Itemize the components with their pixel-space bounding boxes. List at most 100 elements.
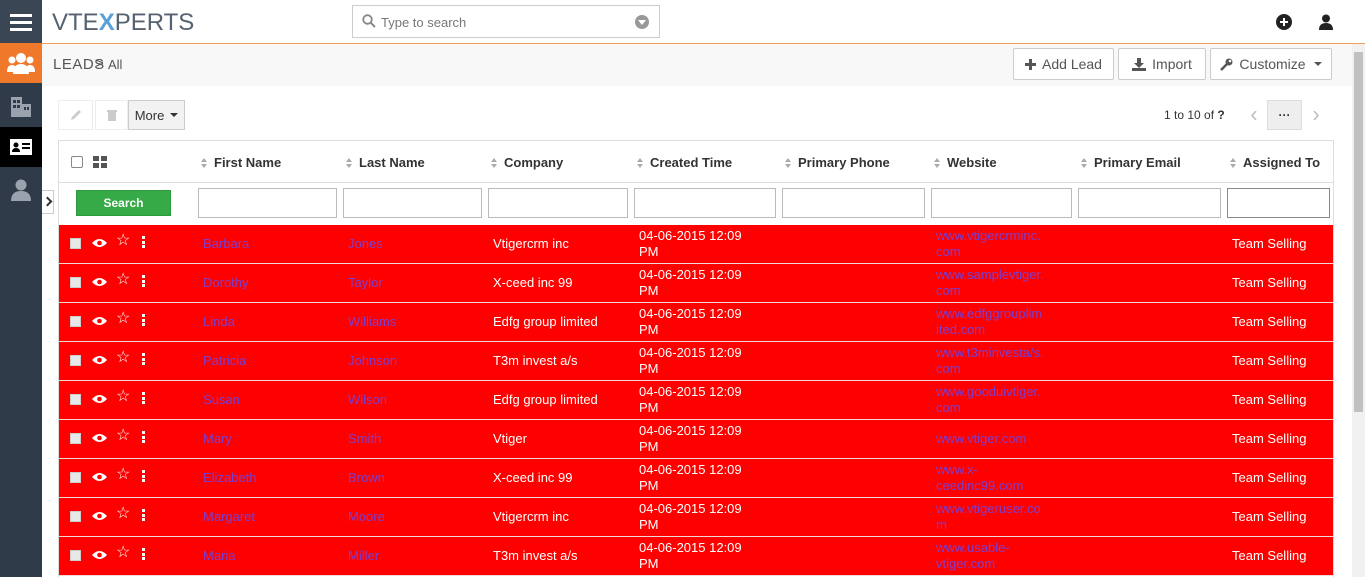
table-row[interactable]: ☆ Elizabeth Brown X-ceed inc 99 04-06-2015 1…	[59, 459, 1333, 498]
more-options-icon[interactable]	[142, 431, 145, 443]
more-button[interactable]: More	[128, 100, 185, 130]
table-row[interactable]: ☆ Dorothy Taylor X-ceed inc 99 04-06-2015 12…	[59, 264, 1333, 303]
column-primary-phone[interactable]: Primary Phone	[785, 155, 890, 170]
search-button[interactable]: Search	[76, 190, 171, 216]
select-all-checkbox[interactable]	[71, 156, 83, 168]
next-page-button[interactable]	[1304, 100, 1328, 130]
row-checkbox[interactable]	[70, 316, 81, 327]
eye-icon[interactable]	[92, 548, 107, 563]
column-company[interactable]: Company	[491, 155, 563, 170]
column-created-time[interactable]: Created Time	[637, 155, 732, 170]
website-cell[interactable]: www.gooduivtiger. com	[936, 384, 1041, 416]
website-cell[interactable]: www.vtiger.com	[936, 431, 1026, 447]
page-jump-button[interactable]: ···	[1267, 100, 1302, 130]
star-icon[interactable]: ☆	[116, 428, 130, 444]
star-icon[interactable]: ☆	[116, 311, 130, 327]
eye-icon[interactable]	[92, 353, 107, 368]
search-input[interactable]	[381, 12, 621, 32]
filter-primary-phone[interactable]	[782, 188, 925, 218]
eye-icon[interactable]	[92, 392, 107, 407]
table-row[interactable]: ☆ Patricia Johnson T3m invest a/s 04-06-2015…	[59, 342, 1333, 381]
scrollbar-thumb[interactable]	[1354, 52, 1363, 412]
more-options-icon[interactable]	[142, 548, 145, 560]
import-button[interactable]: Import	[1118, 48, 1206, 80]
star-icon[interactable]: ☆	[116, 545, 130, 561]
table-row[interactable]: ☆ Margaret Moore Vtigercrm inc 04-06-2015 12…	[59, 498, 1333, 537]
row-checkbox[interactable]	[70, 550, 81, 561]
logo[interactable]: VTEXPERTS	[52, 9, 194, 37]
table-row[interactable]: ☆ Susan Wilson Edfg group limited 04-06-2015…	[59, 381, 1333, 420]
pagination-total[interactable]: ?	[1217, 108, 1224, 122]
eye-icon[interactable]	[92, 431, 107, 446]
eye-icon[interactable]	[92, 314, 107, 329]
first-name-cell[interactable]: Maria	[203, 548, 236, 563]
first-name-cell[interactable]: Margaret	[203, 509, 255, 524]
filter-company[interactable]	[488, 188, 628, 218]
row-checkbox[interactable]	[70, 238, 81, 249]
more-options-icon[interactable]	[142, 392, 145, 404]
contacts-icon[interactable]	[0, 127, 42, 167]
row-checkbox[interactable]	[70, 511, 81, 522]
column-settings-icon[interactable]	[93, 156, 107, 168]
first-name-cell[interactable]: Patricia	[203, 353, 246, 368]
column-primary-email[interactable]: Primary Email	[1081, 155, 1181, 170]
star-icon[interactable]: ☆	[116, 389, 130, 405]
row-checkbox[interactable]	[70, 433, 81, 444]
edit-button[interactable]	[58, 100, 93, 130]
website-cell[interactable]: www.x-ceedinc99.com	[936, 462, 1023, 494]
website-cell[interactable]: www.samplevtiger. com	[936, 267, 1044, 299]
website-cell[interactable]: www.usable-vtiger.com	[936, 540, 1010, 572]
delete-button[interactable]	[95, 100, 128, 130]
row-checkbox[interactable]	[70, 394, 81, 405]
last-name-cell[interactable]: Wilson	[348, 392, 387, 407]
add-lead-button[interactable]: Add Lead	[1013, 48, 1114, 80]
users-icon[interactable]	[0, 170, 42, 210]
eye-icon[interactable]	[92, 275, 107, 290]
last-name-cell[interactable]: Williams	[348, 314, 396, 329]
quick-create-icon[interactable]	[1276, 14, 1292, 30]
more-options-icon[interactable]	[142, 275, 145, 287]
more-options-icon[interactable]	[142, 236, 145, 248]
filter-first-name[interactable]	[198, 188, 337, 218]
table-row[interactable]: ☆ Mary Smith Vtiger 04-06-2015 12:09 PM www.vt…	[59, 420, 1333, 459]
eye-icon[interactable]	[92, 509, 107, 524]
first-name-cell[interactable]: Barbara	[203, 236, 249, 251]
organizations-icon[interactable]	[0, 86, 42, 126]
sidebar-toggle-button[interactable]	[42, 190, 54, 214]
filter-primary-email[interactable]	[1078, 188, 1221, 218]
last-name-cell[interactable]: Moore	[348, 509, 385, 524]
star-icon[interactable]: ☆	[116, 467, 130, 483]
column-assigned-to[interactable]: Assigned To	[1230, 155, 1320, 170]
row-checkbox[interactable]	[70, 472, 81, 483]
filter-website[interactable]	[931, 188, 1072, 218]
website-cell[interactable]: www.vtigeruser.co m	[936, 501, 1041, 533]
table-row[interactable]: ☆ Maria Miller T3m invest a/s 04-06-2015 12:…	[59, 537, 1333, 576]
menu-icon[interactable]	[0, 0, 42, 43]
table-row[interactable]: ☆ Barbara Jones Vtigercrm inc 04-06-2015 12:…	[59, 225, 1333, 264]
eye-icon[interactable]	[92, 236, 107, 251]
first-name-cell[interactable]: Mary	[203, 431, 232, 446]
scrollbar[interactable]	[1352, 44, 1365, 577]
leads-icon[interactable]	[0, 43, 42, 83]
more-options-icon[interactable]	[142, 470, 145, 482]
eye-icon[interactable]	[92, 470, 107, 485]
filter-assigned-to[interactable]	[1227, 188, 1330, 218]
last-name-cell[interactable]: Smith	[348, 431, 381, 446]
row-checkbox[interactable]	[70, 355, 81, 366]
star-icon[interactable]: ☆	[116, 506, 130, 522]
row-checkbox[interactable]	[70, 277, 81, 288]
last-name-cell[interactable]: Jones	[348, 236, 383, 251]
star-icon[interactable]: ☆	[116, 272, 130, 288]
first-name-cell[interactable]: Elizabeth	[203, 470, 256, 485]
column-first-name[interactable]: First Name	[201, 155, 281, 170]
first-name-cell[interactable]: Linda	[203, 314, 235, 329]
more-options-icon[interactable]	[142, 353, 145, 365]
first-name-cell[interactable]: Dorothy	[203, 275, 249, 290]
user-icon[interactable]	[1319, 14, 1335, 30]
prev-page-button[interactable]	[1242, 100, 1266, 130]
column-last-name[interactable]: Last Name	[346, 155, 425, 170]
more-options-icon[interactable]	[142, 314, 145, 326]
filter-last-name[interactable]	[343, 188, 482, 218]
last-name-cell[interactable]: Taylor	[348, 275, 383, 290]
breadcrumb-view[interactable]: All	[108, 57, 122, 72]
